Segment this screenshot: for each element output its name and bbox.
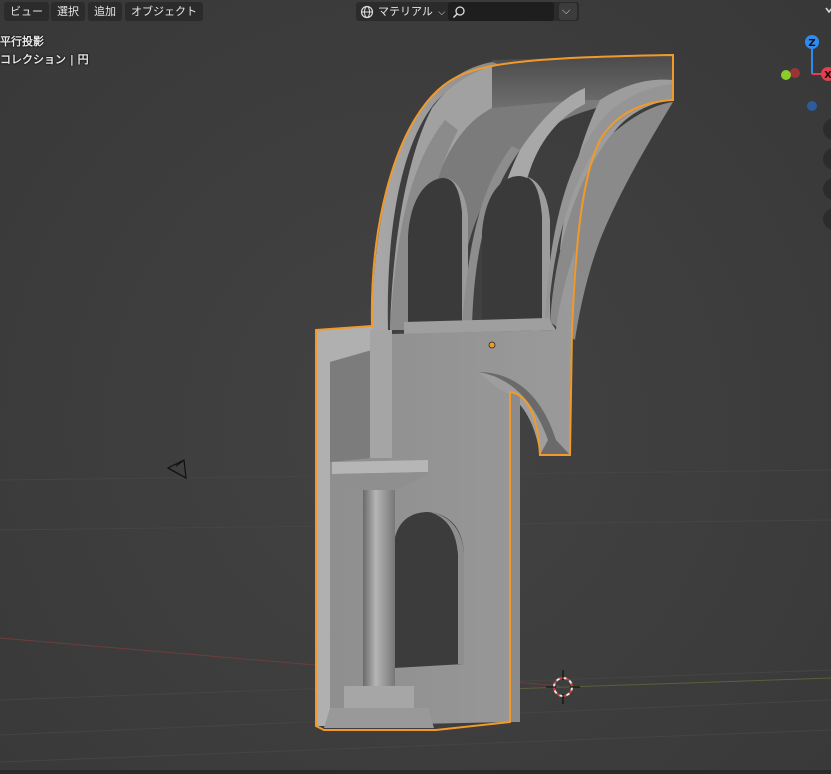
menu-add[interactable]: 追加 — [88, 2, 122, 21]
navigation-gizmo[interactable]: Z X — [781, 7, 831, 111]
gizmo-z-label: Z — [808, 38, 815, 49]
gizmo-y-dot — [781, 70, 791, 80]
search-icon — [452, 4, 466, 23]
chevron-down-icon: ⌵ — [438, 8, 446, 18]
menu-object[interactable]: オブジェクト — [125, 2, 203, 21]
gizmo-x-label: X — [824, 70, 831, 81]
filter-dropdown-button[interactable]: ⌵ — [559, 3, 577, 20]
view-mode-text: 平行投影 — [0, 35, 44, 48]
globe-icon[interactable] — [360, 4, 374, 19]
chevron-down-icon: ⌵ — [562, 4, 571, 17]
shading-label: マテリアル — [378, 5, 433, 18]
arch-model[interactable] — [315, 53, 674, 731]
gizmo-z-neg-dot — [807, 101, 817, 111]
viewport-bottom-border — [0, 770, 831, 774]
search-input[interactable] — [448, 2, 554, 21]
collection-info-text: コレクション | 円 — [0, 53, 89, 66]
menu-select[interactable]: 選択 — [51, 2, 85, 21]
camera-icon[interactable] — [166, 459, 187, 480]
shading-dropdown[interactable]: マテリアル ⌵ — [378, 2, 445, 21]
gizmo-y-neg-dot — [790, 68, 800, 78]
menu-view[interactable]: ビュー — [4, 2, 49, 21]
3d-viewport[interactable]: Z X ビュー 選択 追加 オブジェクト マテリアル ⌵ ⌵ 平行投影 コレクシ… — [0, 0, 831, 774]
shading-toolbar: マテリアル ⌵ ⌵ — [356, 2, 579, 21]
scene-canvas[interactable]: Z X — [0, 0, 831, 774]
